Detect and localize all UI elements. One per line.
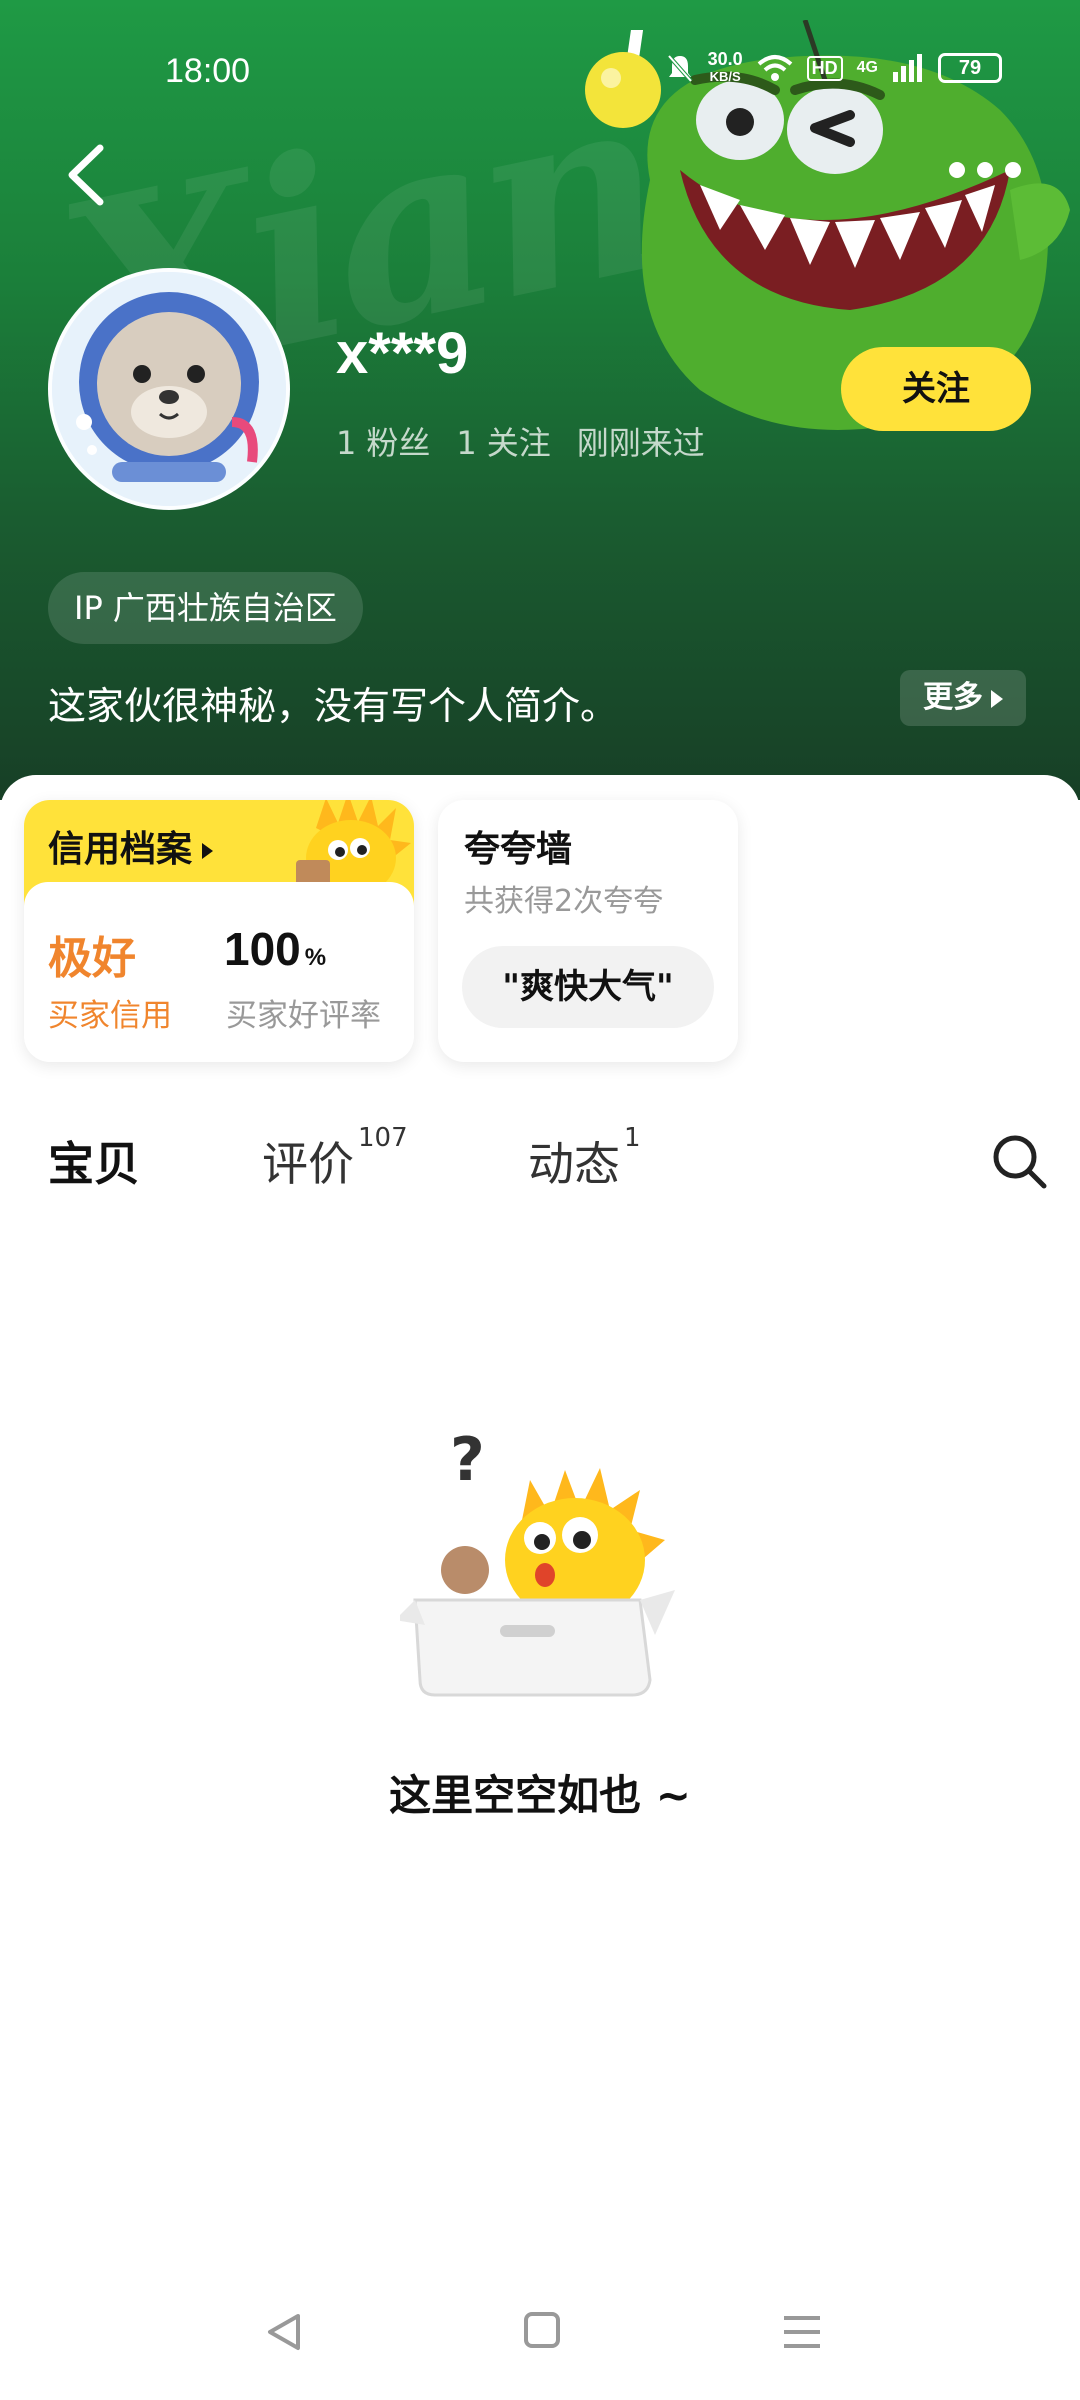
system-navigation-bar: [0, 2270, 1080, 2400]
network-speed: 30.0 KB/S: [707, 49, 743, 84]
profile-bio: 这家伙很神秘，没有写个人简介。: [48, 684, 619, 728]
avatar-otter-image: [52, 272, 286, 506]
praise-wall-subtitle: 共获得2次夸夸: [464, 884, 664, 919]
caret-right-icon: [991, 689, 1003, 708]
avatar[interactable]: [48, 268, 290, 510]
username: x***9: [336, 321, 469, 386]
tab-posts[interactable]: 动态 1: [528, 1123, 641, 1194]
last-seen: 刚刚来过: [576, 424, 705, 462]
search-icon[interactable]: [990, 1132, 1048, 1190]
fans-stat[interactable]: 1 粉丝: [336, 418, 430, 464]
battery-indicator: 79: [938, 53, 1002, 83]
signal-bars-icon: [893, 54, 922, 82]
credit-title: 信用档案: [48, 820, 214, 872]
ip-location-tag: IP 广西壮族自治区: [48, 572, 363, 644]
mute-bell-icon: [667, 54, 693, 83]
profile-header: Xianyu 18:00 30.0 KB/S HD 4G 79 x***9 1 …: [0, 0, 1080, 800]
good-rate-label: 买家好评率: [226, 998, 381, 1034]
following-stat[interactable]: 1 关注: [456, 418, 550, 464]
nav-menu-icon[interactable]: [780, 2310, 824, 2354]
empty-state-message: 这里空空如也 ~: [389, 1771, 691, 1820]
signal-gen: 4G: [856, 59, 878, 76]
wifi-icon: [757, 55, 792, 81]
praise-wall-card[interactable]: 夸夸墙 共获得2次夸夸 "爽快大气": [438, 800, 738, 1062]
tab-reviews[interactable]: 评价 107: [262, 1123, 408, 1194]
profile-tabs: 宝贝 评价 107 动态 1: [0, 1110, 1080, 1220]
praise-wall-title: 夸夸墙: [464, 829, 573, 870]
praise-tag-chip: "爽快大气": [462, 946, 714, 1028]
good-rate-value: 100%: [224, 923, 327, 975]
status-icons: 30.0 KB/S HD 4G 79: [666, 50, 1002, 86]
status-time: 18:00: [165, 52, 251, 90]
more-dots-icon[interactable]: [945, 150, 1025, 190]
svg-text:?: ?: [450, 1425, 485, 1495]
follow-button[interactable]: 关注: [841, 347, 1031, 431]
caret-right-icon: [202, 843, 214, 859]
status-bar: 18:00 30.0 KB/S HD 4G 79: [0, 0, 1080, 140]
posts-count: 1: [624, 1122, 641, 1153]
profile-stats: 1 粉丝 1 关注 刚刚来过: [336, 418, 705, 464]
reviews-count: 107: [358, 1122, 408, 1153]
tab-items[interactable]: 宝贝: [48, 1128, 144, 1194]
buyer-credit-value: 极好: [48, 933, 136, 984]
nav-home-icon[interactable]: [522, 2310, 562, 2350]
nav-back-icon[interactable]: [262, 2310, 306, 2354]
more-info-button[interactable]: 更多: [900, 670, 1026, 726]
empty-box-mascot-illustration: ?: [400, 1425, 675, 1697]
hd-badge: HD: [806, 55, 843, 81]
back-arrow-icon[interactable]: [60, 140, 116, 210]
credit-record-card[interactable]: 信用档案 极好 买家信用 100% 买家好评率: [24, 800, 414, 1062]
buyer-credit-label: 买家信用: [48, 998, 172, 1034]
